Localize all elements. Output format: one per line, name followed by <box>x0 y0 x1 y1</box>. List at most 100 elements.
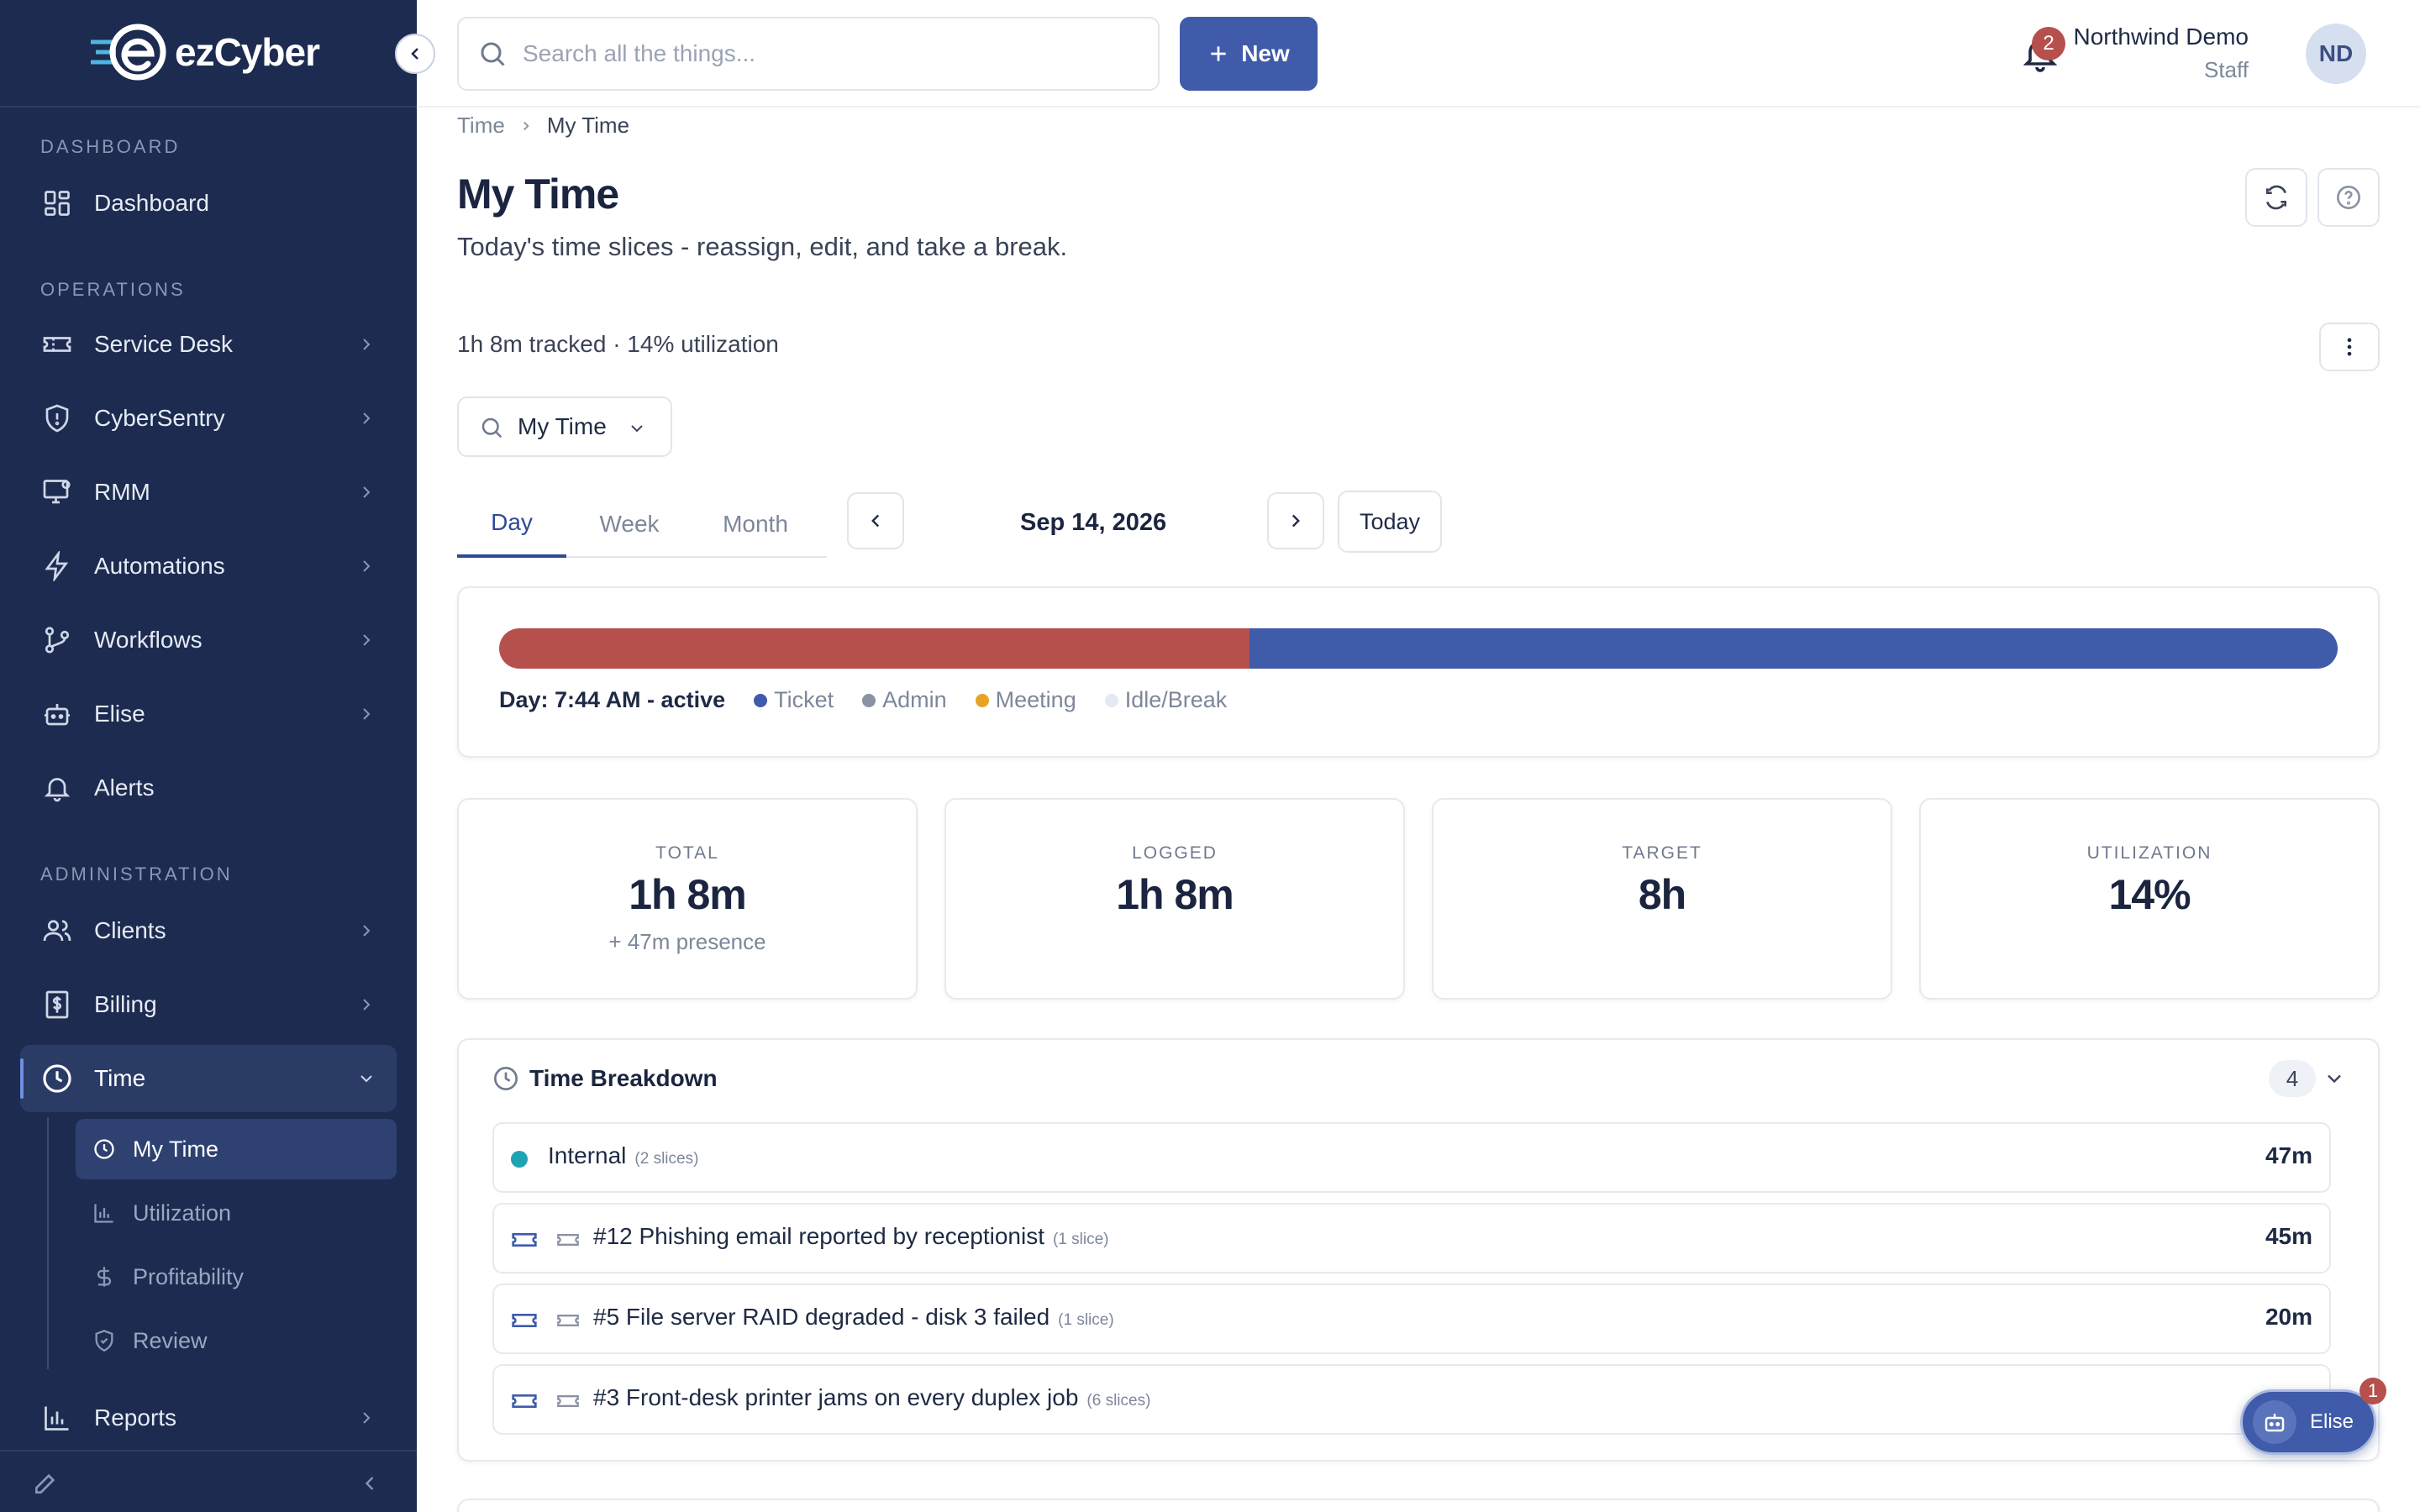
row-slice-count: (2 slices) <box>634 1150 699 1168</box>
search-input[interactable] <box>523 34 1144 74</box>
sidebar-subitem-utilization[interactable]: Utilization <box>76 1183 397 1243</box>
timeline-segment-0[interactable] <box>499 628 1249 669</box>
internal-dot-icon <box>511 1151 528 1168</box>
ticket-icon <box>40 328 74 361</box>
elise-unread-badge: 1 <box>2360 1378 2386 1404</box>
sidebar-item-billing[interactable]: Billing <box>20 971 397 1038</box>
sidebar-item-label: Service Desk <box>94 331 233 357</box>
chevron-left-icon <box>871 514 880 528</box>
tab-week[interactable]: Week <box>566 491 692 558</box>
sidebar-subitem-my-time[interactable]: My Time <box>76 1119 397 1179</box>
robot-icon <box>2253 1400 2296 1444</box>
sidebar-item-label: Elise <box>94 701 145 727</box>
new-button[interactable]: New <box>1180 17 1318 91</box>
elise-assistant-button[interactable]: Elise <box>2240 1389 2376 1455</box>
day-status-label: Day: 7:44 AM - active <box>499 687 726 712</box>
search-box[interactable] <box>457 17 1160 91</box>
legend-item-idle: Idle/Break <box>1104 687 1227 713</box>
sidebar-item-automations[interactable]: Automations <box>20 533 397 600</box>
legend-item-meeting: Meeting <box>975 687 1076 713</box>
sidebar-item-workflows[interactable]: Workflows <box>20 606 397 674</box>
day-timeline-bar[interactable] <box>499 628 2338 669</box>
chevron-down-icon[interactable] <box>2323 1067 2346 1090</box>
user-name[interactable]: Northwind Demo <box>2073 24 2249 50</box>
avatar[interactable]: ND <box>2306 24 2366 84</box>
help-circle-icon <box>2337 186 2360 209</box>
sidebar-subitem-label: Review <box>133 1327 208 1353</box>
logo[interactable]: ezCyber <box>91 20 320 84</box>
current-date: Sep 14, 2026 <box>1020 509 1167 536</box>
refresh-button[interactable] <box>2245 168 2307 227</box>
submenu-guide-line <box>47 1117 49 1369</box>
scope-filter-dropdown[interactable]: My Time <box>457 396 672 457</box>
chevron-right-icon <box>363 708 371 720</box>
legend-dot <box>1104 693 1118 707</box>
row-slice-count: (6 slices) <box>1086 1392 1151 1410</box>
sidebar-item-label: CyberSentry <box>94 405 225 431</box>
breakdown-row[interactable]: Internal (2 slices) 47m <box>492 1122 2331 1193</box>
sidebar-item-clients[interactable]: Clients <box>20 897 397 964</box>
breakdown-row[interactable]: #3 Front-desk printer jams on every dupl… <box>492 1364 2331 1435</box>
tab-month[interactable]: Month <box>692 491 818 558</box>
section-operations: OPERATIONS <box>40 279 186 300</box>
time-breakdown-title: Time Breakdown <box>529 1065 718 1091</box>
chevron-right-icon <box>363 925 371 937</box>
breadcrumb-parent[interactable]: Time <box>457 113 505 139</box>
row-duration: 20m <box>2265 1304 2312 1330</box>
sidebar-item-rmm[interactable]: RMM <box>20 459 397 526</box>
sidebar-toggle-button[interactable] <box>395 34 435 74</box>
breakdown-row-title: #3 Front-desk printer jams on every dupl… <box>593 1384 1150 1411</box>
today-button[interactable]: Today <box>1338 491 1442 553</box>
chevron-right-icon <box>363 339 371 350</box>
sidebar-item-service-desk[interactable]: Service Desk <box>20 311 397 378</box>
tab-day[interactable]: Day <box>457 491 566 558</box>
clock-icon <box>40 1062 74 1095</box>
search-icon <box>481 417 502 438</box>
previous-day-button[interactable] <box>847 492 904 549</box>
ticket-icon <box>557 1234 579 1246</box>
help-button[interactable] <box>2317 168 2380 227</box>
row-duration: 45m <box>2265 1223 2312 1249</box>
sidebar-item-label: Clients <box>94 917 166 943</box>
sidebar-item-dashboard[interactable]: Dashboard <box>20 170 397 237</box>
bell-icon <box>40 771 74 805</box>
timeline-legend: Day: 7:44 AM - active Ticket Admin Meeti… <box>499 687 1255 713</box>
breakdown-row[interactable]: #12 Phishing email reported by reception… <box>492 1203 2331 1273</box>
collapse-sidebar-icon[interactable] <box>358 1472 381 1495</box>
sidebar-item-label: Reports <box>94 1404 177 1431</box>
stat-value: 14% <box>2108 871 2191 918</box>
plus-icon <box>1211 46 1226 61</box>
more-options-button[interactable] <box>2319 323 2380 371</box>
shield-icon <box>40 402 74 435</box>
sidebar-subitem-profitability[interactable]: Profitability <box>76 1247 397 1307</box>
breakdown-count-badge: 4 <box>2269 1060 2316 1097</box>
sidebar-item-cybersentry[interactable]: CyberSentry <box>20 385 397 452</box>
sidebar-item-label: RMM <box>94 479 150 505</box>
chevron-right-icon <box>1292 514 1300 528</box>
edit-pencil-icon[interactable] <box>32 1470 59 1497</box>
sidebar-subitem-label: Utilization <box>133 1200 232 1226</box>
sidebar-item-elise[interactable]: Elise <box>20 680 397 748</box>
ticket-icon <box>557 1315 579 1326</box>
sidebar-item-alerts[interactable]: Alerts <box>20 754 397 822</box>
sidebar-item-label: Dashboard <box>94 190 209 216</box>
legend-item-ticket: Ticket <box>754 687 834 713</box>
row-slice-count: (1 slice) <box>1058 1311 1114 1329</box>
user-role: Staff <box>2203 57 2249 82</box>
legend-label: Meeting <box>995 687 1076 712</box>
next-day-button[interactable] <box>1267 492 1324 549</box>
sidebar-item-time[interactable]: Time <box>20 1045 397 1112</box>
sidebar-subitem-review[interactable]: Review <box>76 1310 397 1371</box>
chevron-right-icon <box>363 1412 371 1424</box>
next-card-edge <box>457 1499 2380 1512</box>
legend-label: Admin <box>882 687 947 712</box>
breakdown-row-title: Internal (2 slices) <box>548 1142 698 1169</box>
breakdown-row[interactable]: #5 File server RAID degraded - disk 3 fa… <box>492 1284 2331 1354</box>
timeline-segment-1[interactable] <box>1249 628 2338 669</box>
tracked-summary: 1h 8m tracked · 14% utilization <box>457 331 779 357</box>
sidebar-item-reports[interactable]: Reports <box>20 1384 397 1452</box>
stat-card-total: TOTAL 1h 8m + 47m presence <box>457 798 918 1000</box>
stat-value: 1h 8m <box>629 871 747 918</box>
stat-label: UTILIZATION <box>2086 843 2212 863</box>
logo-text: ezCyber <box>175 30 320 74</box>
